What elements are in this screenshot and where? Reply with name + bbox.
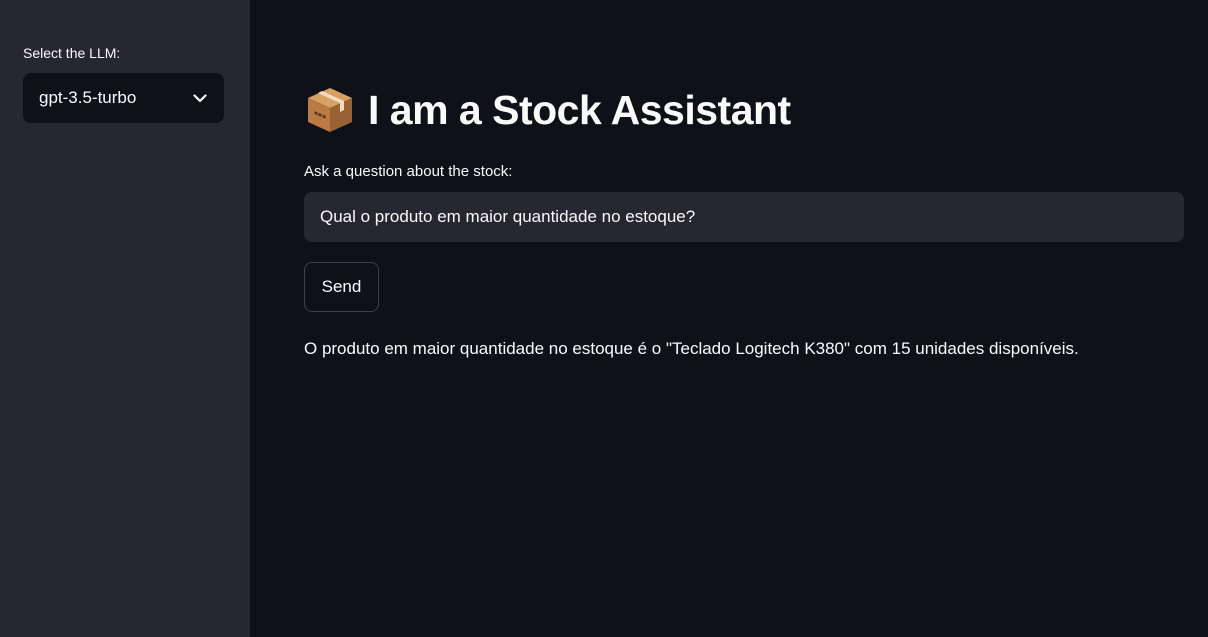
question-label: Ask a question about the stock: [304, 163, 513, 180]
question-input[interactable] [304, 192, 1184, 242]
app-root: Select the LLM: gpt-3.5-turbo ▪▪▪ I am a… [0, 0, 1208, 637]
page-title-row: ▪▪▪ I am a Stock Assistant [304, 80, 791, 140]
sidebar: Select the LLM: gpt-3.5-turbo [0, 0, 250, 637]
main-content: ▪▪▪ I am a Stock Assistant Ask a questio… [250, 0, 1208, 637]
chevron-down-icon [192, 90, 208, 106]
send-button[interactable]: Send [304, 262, 379, 312]
answer-text: O produto em maior quantidade no estoque… [304, 339, 1079, 358]
page-title: I am a Stock Assistant [368, 87, 791, 133]
package-icon: ▪▪▪ [304, 84, 356, 136]
llm-select-label: Select the LLM: [23, 45, 121, 61]
llm-select-value: gpt-3.5-turbo [39, 88, 137, 107]
llm-select[interactable]: gpt-3.5-turbo [23, 73, 224, 123]
